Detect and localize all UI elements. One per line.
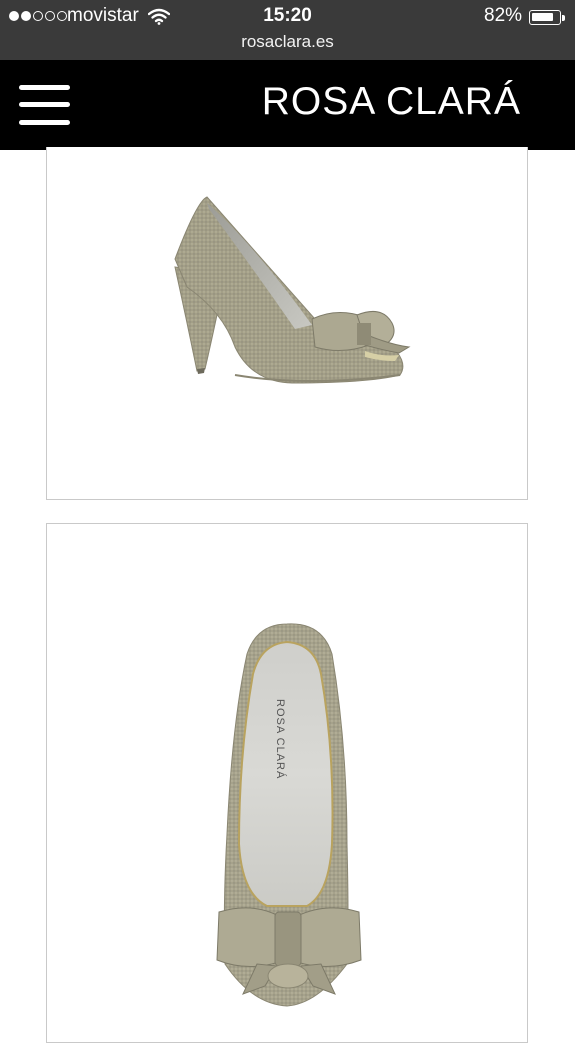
product-card[interactable]: ROSA CLARÁ [46,523,528,1043]
battery-icon [529,10,561,25]
site-header: ROSA CLARÁ [0,60,575,150]
battery-terminal [562,15,565,21]
shoe-top-view-image: ROSA CLARÁ [216,623,362,1007]
status-bar: movistar 15:20 82% rosaclara.es [0,0,575,60]
status-row: movistar 15:20 82% [0,4,575,30]
shoe-side-view-image [174,196,411,384]
battery-percent: 82% [484,5,523,26]
product-card[interactable] [46,147,528,500]
hamburger-menu-icon[interactable] [19,84,71,126]
insole-brand-logo: ROSA CLARÁ [274,699,287,779]
battery-level [532,13,553,21]
brand-logo[interactable]: ROSA CLARÁ [262,80,521,124]
url-bar[interactable]: rosaclara.es [0,32,575,52]
